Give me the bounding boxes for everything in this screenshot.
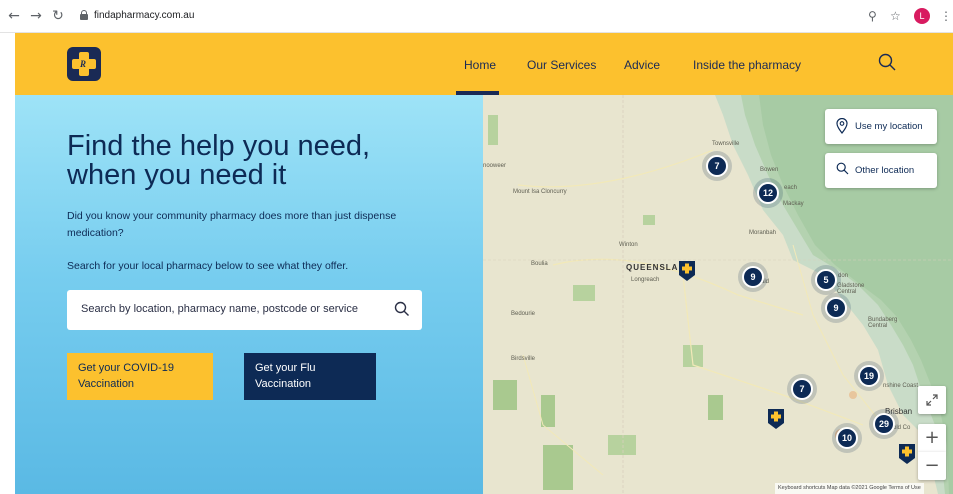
search-icon: [836, 162, 849, 175]
browser-toolbar: ← → ↻ findapharmacy.com.au ⚲ ☆ L ⋮: [0, 0, 953, 33]
lock-icon: [80, 10, 88, 20]
map-label-sunshine-coast: nshine Coast: [883, 383, 919, 389]
search-icon[interactable]: [394, 301, 410, 317]
map-label-townsville: Townsville: [712, 141, 740, 147]
hero-intro: Did you know your community pharmacy doe…: [67, 210, 397, 239]
map-label-bowen: Bowen: [760, 167, 779, 173]
reload-icon[interactable]: ↻: [50, 8, 66, 24]
nav-home[interactable]: Home: [464, 58, 496, 72]
flu-vaccination-button[interactable]: Get your Flu Vaccination: [244, 353, 376, 400]
map-label-nooweer: nooweer: [483, 163, 507, 169]
nav-advice[interactable]: Advice: [624, 58, 660, 72]
fullscreen-icon[interactable]: [918, 386, 946, 414]
map-label-beach: each: [784, 185, 798, 191]
hero-title: Find the help you need, when you need it: [67, 130, 371, 191]
search-icon[interactable]: [878, 53, 896, 71]
forward-icon[interactable]: →: [28, 8, 44, 24]
use-my-location-label: Use my location: [855, 121, 923, 132]
map-label-mount-isa: Mount Isa Cloncurry: [513, 189, 567, 195]
other-location-button[interactable]: Other location: [825, 153, 937, 188]
search-placeholder: Search by location, pharmacy name, postc…: [81, 303, 358, 315]
pharmacy-cluster[interactable]: 29: [869, 409, 899, 439]
site-header: R Home Our Services Advice Inside the ph…: [15, 33, 953, 95]
back-icon[interactable]: ←: [6, 8, 22, 24]
map-label-gladstone: Gladstone Central: [837, 283, 865, 295]
pharmacy-logo[interactable]: R: [67, 47, 101, 81]
map-label-bundaberg: Bundaberg Central: [868, 317, 898, 329]
map-label-bedourie: Bedourie: [511, 311, 536, 317]
pharmacy-cluster[interactable]: 9: [738, 262, 768, 292]
map-label-moranbah: Moranbah: [749, 230, 777, 236]
other-location-label: Other location: [855, 165, 915, 176]
nav-inside-the-pharmacy[interactable]: Inside the pharmacy: [693, 58, 801, 72]
pharmacy-cluster[interactable]: 10: [832, 423, 862, 453]
nav-our-services[interactable]: Our Services: [527, 58, 596, 72]
map-label-boulia: Boulia: [531, 261, 548, 267]
pharmacy-pin-icon[interactable]: [678, 260, 696, 282]
address-bar[interactable]: findapharmacy.com.au: [94, 10, 194, 21]
covid-vaccination-button[interactable]: Get your COVID-19 Vaccination: [67, 353, 213, 400]
map-label-winton: Winton: [619, 242, 638, 248]
pharmacy-cluster[interactable]: 7: [787, 374, 817, 404]
pharmacy-cluster[interactable]: 9: [821, 293, 851, 323]
map-label-queensland: QUEENSLA: [626, 263, 679, 272]
hero-search-prompt: Search for your local pharmacy below to …: [67, 260, 349, 272]
pharmacy-cluster[interactable]: 7: [702, 151, 732, 181]
map-label-longreach: Longreach: [631, 277, 660, 283]
hero-panel: Find the help you need, when you need it…: [15, 95, 483, 494]
zoom-out-button[interactable]: −: [918, 452, 946, 480]
map-label-birdsville: Birdsville: [511, 356, 536, 362]
pharmacy-pin-icon[interactable]: [898, 443, 916, 465]
zoom-in-button[interactable]: +: [918, 424, 946, 452]
map-attribution[interactable]: Keyboard shortcuts Map data ©2021 Google…: [775, 483, 924, 494]
pharmacy-search-input[interactable]: Search by location, pharmacy name, postc…: [67, 290, 422, 330]
pharmacy-map[interactable]: Townsville nooweer Bowen each Mackay Mou…: [483, 95, 953, 494]
bookmark-star-icon[interactable]: ☆: [890, 9, 901, 23]
pharmacy-cluster[interactable]: 12: [753, 178, 783, 208]
pharmacy-cluster[interactable]: 5: [811, 265, 841, 295]
pharmacy-pin-icon[interactable]: [767, 408, 785, 430]
pharmacy-cluster[interactable]: 19: [854, 361, 884, 391]
map-label-mackay: Mackay: [783, 201, 804, 207]
location-pin-icon[interactable]: ⚲: [868, 9, 877, 23]
location-pin-icon: [836, 118, 848, 134]
use-my-location-button[interactable]: Use my location: [825, 109, 937, 144]
profile-avatar[interactable]: L: [914, 8, 930, 24]
browser-menu-icon[interactable]: ⋮: [940, 9, 952, 23]
